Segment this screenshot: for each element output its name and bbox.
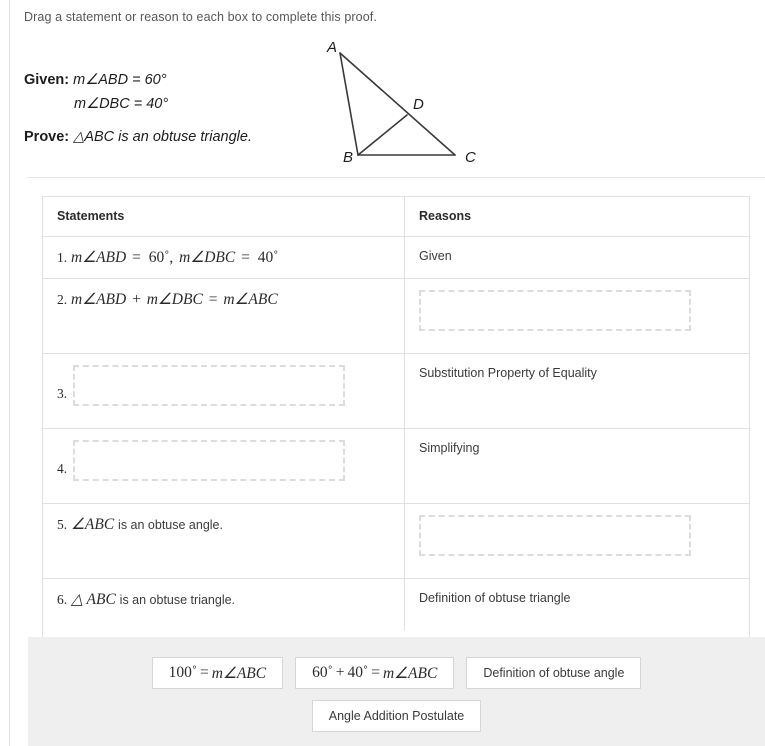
reason-dropzone-2[interactable] (419, 290, 691, 331)
statement-cell-6: 6. △ ABC is an obtuse triangle. (42, 578, 405, 644)
table-row: 3. Substitution Property of Equality (42, 353, 750, 429)
table-row: 2. m∠ABD + m∠DBC = m∠ABC (42, 278, 750, 354)
statement-2-operator: + (132, 291, 141, 308)
row-number-1: 1. (57, 250, 68, 265)
reason-cell-2 (404, 278, 750, 354)
proof-activity-page: Drag a statement or reason to each box t… (0, 0, 765, 746)
tile-2-operator-2: = (371, 664, 380, 681)
triangle-figure: A B C D (310, 36, 510, 176)
draggable-tile-100-equals-mabc[interactable]: 100˚ = m∠ABC (151, 657, 284, 689)
statement-1-value-2: 40˚ (257, 249, 279, 266)
triangle-svg: A B C D (326, 39, 476, 166)
draggable-tile-60-plus-40[interactable]: 60˚ + 40˚ = m∠ABC (295, 657, 455, 689)
reason-cell-3: Substitution Property of Equality (404, 353, 750, 429)
statement-dropzone-3[interactable] (73, 365, 346, 406)
statement-cell-4: 4. (42, 428, 405, 504)
statement-math-1: 1. m∠ABD = 60˚, m∠DBC = 40˚ (57, 248, 390, 267)
tile-2-operator-1: + (335, 664, 345, 681)
statement-cell-5: 5. ∠ABC is an obtuse angle. (42, 503, 405, 579)
statement-1-part-a: m∠ABD (71, 249, 127, 266)
given-line-2: m∠DBC = 40° (24, 92, 252, 116)
table-row: 1. m∠ABD = 60˚, m∠DBC = 40˚ Given (42, 236, 750, 279)
statement-2-part-b: m∠DBC (146, 291, 203, 308)
tile-tray: 100˚ = m∠ABC 60˚ + 40˚ = m∠ABC Definitio… (28, 637, 765, 746)
row-number-2: 2. (57, 292, 68, 307)
statement-1-eq-1: = (132, 249, 141, 266)
tile-2-expression: m∠ABC (382, 664, 438, 682)
statement-6-math: △ ABC (71, 591, 116, 608)
vertex-label-B: B (343, 149, 353, 166)
statement-math-5: 5. ∠ABC is an obtuse angle. (57, 515, 390, 534)
prove-label: Prove: (24, 129, 70, 145)
reason-text-3: Substitution Property of Equality (419, 366, 597, 380)
row-number-6: 6. (57, 592, 68, 607)
statement-5-math: ∠ABC (71, 516, 115, 533)
row-number-5: 5. (57, 517, 68, 532)
given-statement-2: m∠DBC = 40° (74, 96, 169, 112)
reason-cell-4: Simplifying (404, 428, 750, 504)
reason-text-1: Given (419, 249, 452, 263)
instruction-text: Drag a statement or reason to each box t… (24, 10, 377, 24)
column-header-statements: Statements (42, 196, 405, 237)
prove-line: Prove: △ABC is an obtuse triangle. (24, 125, 252, 149)
proof-table: Statements Reasons 1. m∠ABD = 60˚, m∠DBC… (42, 196, 750, 644)
statement-math-6: 6. △ ABC is an obtuse triangle. (57, 590, 390, 609)
table-header-row: Statements Reasons (42, 196, 750, 237)
statement-cell-2: 2. m∠ABD + m∠DBC = m∠ABC (42, 278, 405, 354)
given-label: Given: (24, 72, 70, 88)
tray-notch-icon (385, 624, 411, 637)
tile-1-number: 100˚ (168, 664, 197, 681)
statement-wrap-3: 3. (57, 365, 390, 406)
row-number-4: 4. (57, 461, 68, 476)
table-row: 4. Simplifying (42, 428, 750, 504)
segment-AB (339, 52, 359, 156)
statement-2-part-a: m∠ABD (71, 291, 127, 308)
segment-BD (357, 114, 408, 156)
given-prove-block: Given: m∠ABD = 60° m∠DBC = 40° Prove: △A… (24, 68, 252, 149)
given-line-1: Given: m∠ABD = 60° (24, 68, 252, 92)
tile-1-expression: m∠ABC (211, 664, 267, 682)
tile-1-operator: = (200, 664, 209, 681)
statement-math-2: 2. m∠ABD + m∠DBC = m∠ABC (57, 290, 390, 309)
statement-1-part-b: m∠DBC (179, 249, 236, 266)
draggable-tile-angle-addition-postulate[interactable]: Angle Addition Postulate (311, 700, 482, 732)
left-frame-rule (9, 0, 10, 746)
statement-6-text: is an obtuse triangle. (119, 593, 236, 607)
reason-text-6: Definition of obtuse triangle (419, 591, 571, 605)
row-number-3: 3. (57, 386, 68, 401)
statement-cell-3: 3. (42, 353, 405, 429)
segment-AC (339, 52, 456, 156)
tile-2-number-1: 60˚ (312, 664, 333, 681)
column-header-reasons: Reasons (404, 196, 750, 237)
tile-row-1: 100˚ = m∠ABC 60˚ + 40˚ = m∠ABC Definitio… (28, 657, 765, 689)
statement-2-equals: = (208, 291, 218, 308)
reason-dropzone-5[interactable] (419, 515, 691, 556)
reason-cell-6: Definition of obtuse triangle (404, 578, 750, 644)
draggable-tile-definition-of-obtuse-angle[interactable]: Definition of obtuse angle (466, 657, 642, 689)
reason-text-4: Simplifying (419, 441, 480, 455)
reason-cell-1: Given (404, 236, 750, 279)
tile-row-2: Angle Addition Postulate (28, 700, 765, 732)
table-row: 5. ∠ABC is an obtuse angle. (42, 503, 750, 579)
vertex-label-A: A (326, 39, 337, 56)
section-divider (27, 177, 765, 178)
vertex-label-C: C (465, 149, 476, 166)
vertex-label-D: D (413, 96, 424, 113)
statement-1-eq-2: = (241, 249, 250, 266)
statement-wrap-4: 4. (57, 440, 390, 481)
statement-5-text: is an obtuse angle. (118, 518, 223, 532)
reason-cell-5 (404, 503, 750, 579)
tile-2-number-2: 40˚ (347, 664, 369, 681)
statement-2-part-c: m∠ABC (223, 291, 278, 308)
statement-dropzone-4[interactable] (73, 440, 346, 481)
statement-1-value-1: 60˚, (148, 249, 174, 266)
given-statement-1: m∠ABD = 60° (73, 72, 167, 88)
prove-statement: △ABC is an obtuse triangle. (73, 129, 252, 145)
statement-cell-1: 1. m∠ABD = 60˚, m∠DBC = 40˚ (42, 236, 405, 279)
